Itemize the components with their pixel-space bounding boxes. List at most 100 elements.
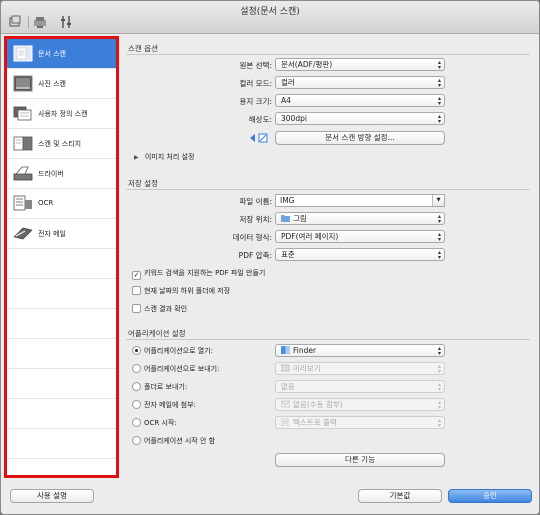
popup-arrows-icon: ▴ ▾ bbox=[437, 345, 441, 357]
sidebar-empty-row bbox=[7, 399, 116, 429]
save-in-value: 그림 bbox=[293, 214, 307, 223]
sidebar-item-label: OCR bbox=[38, 199, 54, 207]
send-to-app-radio[interactable]: 어플리케이션으로 보내기: bbox=[132, 364, 219, 374]
sidebar-item-photo-scan[interactable]: 사진 스캔 bbox=[7, 69, 116, 99]
sidebar-empty-row bbox=[7, 249, 116, 279]
combo-arrow-icon[interactable]: ▼ bbox=[432, 195, 444, 206]
paper-size-label: 용지 크기: bbox=[239, 97, 272, 106]
attach-email-label: 전자 메일에 첨부: bbox=[144, 401, 196, 409]
sidebar-item-driver[interactable]: 드라이버 bbox=[7, 159, 116, 189]
check-results-label: 스캔 결과 확인 bbox=[144, 305, 188, 313]
radio-dot bbox=[132, 382, 141, 391]
sidebar-item-email[interactable]: 전자 메일 bbox=[7, 219, 116, 249]
send-to-app-select[interactable]: 미리보기 ▴ ▾ bbox=[275, 362, 445, 375]
paper-size-select[interactable]: A4 ▴ ▾ bbox=[275, 94, 445, 107]
sidebar-item-document-scan[interactable]: 문서 스캔 bbox=[7, 39, 116, 69]
source-value: 문서(ADF/평판) bbox=[281, 60, 333, 69]
open-with-app-value: Finder bbox=[293, 346, 317, 355]
text-output-icon bbox=[281, 418, 289, 426]
date-subfolder-checkbox[interactable]: 현재 날짜의 하위 폴더에 저장 bbox=[132, 286, 230, 296]
file-name-field[interactable]: IMG ▼ bbox=[275, 194, 445, 207]
sidebar-empty-row bbox=[7, 279, 116, 309]
settings-window: 설정(문서 스캔) 문서 스캔 사진 스캔 사용자 정의 스캔 스캔 및 스티치 bbox=[0, 0, 540, 515]
save-settings-header: 저장 설정 bbox=[128, 179, 158, 188]
sidebar-item-custom-scan[interactable]: 사용자 정의 스캔 bbox=[7, 99, 116, 129]
general-settings-icon[interactable] bbox=[59, 15, 73, 29]
pdf-compression-value: 표준 bbox=[281, 250, 295, 259]
sidebar-item-label: 문서 스캔 bbox=[38, 50, 66, 58]
popup-arrows-icon: ▴ ▾ bbox=[437, 363, 441, 375]
start-ocr-label: OCR 시작: bbox=[144, 419, 177, 427]
popup-arrows-icon: ▴ ▾ bbox=[437, 59, 441, 71]
source-select[interactable]: 문서(ADF/평판) ▴ ▾ bbox=[275, 58, 445, 71]
save-in-select[interactable]: 그림 ▴ ▾ bbox=[275, 212, 445, 225]
radio-dot bbox=[132, 436, 141, 445]
document-scan-icon bbox=[13, 45, 33, 62]
do-not-start-radio[interactable]: 어플리케이션 시작 안 함 bbox=[132, 436, 215, 446]
more-functions-button[interactable]: 다른 기능 bbox=[275, 453, 445, 467]
defaults-button[interactable]: 기본값 bbox=[358, 489, 442, 503]
scan-from-operation-panel-icon[interactable] bbox=[33, 15, 47, 29]
keyword-pdf-label: 키워드 검색을 지원하는 PDF 파일 만들기 bbox=[144, 269, 266, 277]
save-in-label: 저장 위치: bbox=[239, 215, 272, 224]
popup-arrows-icon: ▴ ▾ bbox=[437, 381, 441, 393]
send-to-folder-radio[interactable]: 폴더로 보내기: bbox=[132, 382, 187, 392]
resolution-label: 해상도: bbox=[248, 115, 272, 124]
orientation-icon bbox=[250, 133, 268, 143]
pdf-compression-select[interactable]: 표준 ▴ ▾ bbox=[275, 248, 445, 261]
source-label: 원본 선택: bbox=[239, 61, 272, 70]
popup-arrows-icon: ▴ ▾ bbox=[437, 231, 441, 243]
popup-arrows-icon: ▴ ▾ bbox=[437, 249, 441, 261]
check-results-checkbox[interactable]: 스캔 결과 확인 bbox=[132, 304, 187, 314]
do-not-start-label: 어플리케이션 시작 안 함 bbox=[144, 437, 216, 445]
section-divider bbox=[126, 339, 530, 340]
radio-dot bbox=[132, 364, 141, 373]
image-processing-disclosure[interactable]: ▶ 이미지 처리 설정 bbox=[134, 152, 194, 162]
sidebar-item-label: 전자 메일 bbox=[38, 230, 66, 238]
finder-icon bbox=[281, 346, 290, 354]
resolution-select[interactable]: 300dpi ▴ ▾ bbox=[275, 112, 445, 125]
sidebar-item-scan-and-stitch[interactable]: 스캔 및 스티치 bbox=[7, 129, 116, 159]
data-format-select[interactable]: PDF(여러 페이지) ▴ ▾ bbox=[275, 230, 445, 243]
mail-icon bbox=[281, 400, 290, 408]
sidebar-item-label: 사용자 정의 스캔 bbox=[38, 110, 88, 118]
disclosure-triangle-icon: ▶ bbox=[134, 154, 139, 161]
open-with-app-radio[interactable]: 어플리케이션으로 열기: bbox=[132, 346, 213, 356]
sidebar-item-label: 스캔 및 스티치 bbox=[38, 140, 82, 148]
settings-panel: 스캔 옵션 원본 선택: 문서(ADF/평판) ▴ ▾ 컬러 모드: 컬러 ▴ ▾ … bbox=[122, 36, 534, 478]
send-to-folder-value: 없음 bbox=[281, 382, 295, 391]
keyword-pdf-checkbox[interactable]: ✓ 키워드 검색을 지원하는 PDF 파일 만들기 bbox=[132, 268, 265, 280]
start-ocr-select[interactable]: 텍스트로 출력 ▴ ▾ bbox=[275, 416, 445, 429]
file-name-value: IMG bbox=[280, 196, 295, 205]
color-mode-label: 컬러 모드: bbox=[239, 79, 272, 88]
attach-email-value: 없음(수동 첨부) bbox=[293, 400, 343, 409]
popup-arrows-icon: ▴ ▾ bbox=[437, 95, 441, 107]
scan-from-computer-icon[interactable] bbox=[8, 15, 22, 29]
data-format-label: 데이터 형식: bbox=[232, 233, 272, 242]
section-divider bbox=[126, 54, 530, 55]
send-to-app-label: 어플리케이션으로 보내기: bbox=[144, 365, 220, 373]
send-to-app-value: 미리보기 bbox=[293, 364, 321, 373]
title-bar: 설정(문서 스캔) bbox=[1, 1, 539, 34]
ocr-icon bbox=[13, 195, 32, 211]
sidebar-item-ocr[interactable]: OCR bbox=[7, 189, 116, 219]
open-with-app-select[interactable]: Finder ▴ ▾ bbox=[275, 344, 445, 357]
sidebar-item-label: 사진 스캔 bbox=[38, 80, 66, 88]
scan-options-header: 스캔 옵션 bbox=[128, 44, 158, 53]
send-to-folder-select[interactable]: 없음 ▴ ▾ bbox=[275, 380, 445, 393]
start-ocr-radio[interactable]: OCR 시작: bbox=[132, 418, 177, 428]
send-to-folder-label: 폴더로 보내기: bbox=[144, 383, 188, 391]
ok-button[interactable]: 승인 bbox=[448, 489, 532, 503]
popup-arrows-icon: ▴ ▾ bbox=[437, 213, 441, 225]
app-settings-header: 어플리케이션 설정 bbox=[128, 329, 186, 338]
sidebar-empty-row bbox=[7, 309, 116, 339]
color-mode-select[interactable]: 컬러 ▴ ▾ bbox=[275, 76, 445, 89]
orientation-settings-button[interactable]: 문서 스캔 방향 설정... bbox=[275, 131, 445, 145]
instructions-button[interactable]: 사용 설명 bbox=[10, 489, 94, 503]
data-format-value: PDF(여러 페이지) bbox=[281, 232, 339, 241]
dialog-footer: 사용 설명 기본값 승인 bbox=[1, 480, 539, 514]
popup-arrows-icon: ▴ ▾ bbox=[437, 113, 441, 125]
attach-email-radio[interactable]: 전자 메일에 첨부: bbox=[132, 400, 196, 410]
sidebar-empty-row bbox=[7, 429, 116, 459]
attach-email-select[interactable]: 없음(수동 첨부) ▴ ▾ bbox=[275, 398, 445, 411]
